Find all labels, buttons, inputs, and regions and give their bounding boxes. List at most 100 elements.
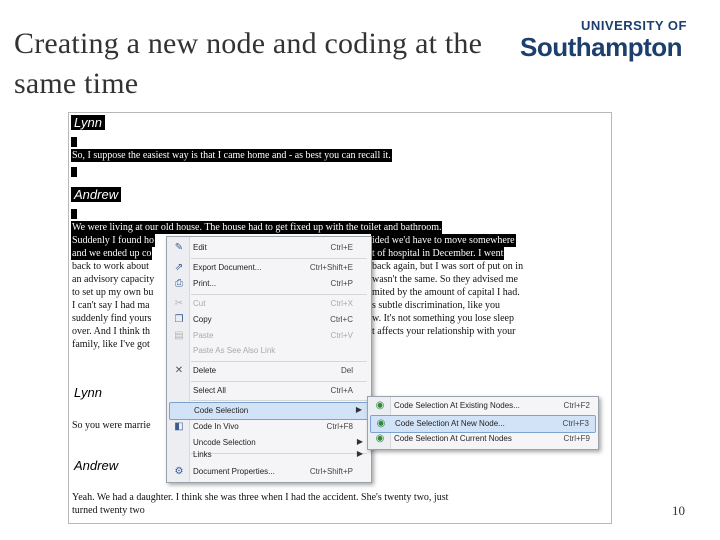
code-in-vivo-icon: ◧ bbox=[174, 421, 184, 432]
transcript-line-tail[interactable]: back again, but I was sort of put on in bbox=[371, 260, 524, 273]
menu-item-label: Select All bbox=[193, 386, 226, 395]
menu-item-label: Paste bbox=[193, 331, 214, 340]
menu-item-shortcut: Ctrl+X bbox=[330, 299, 353, 308]
menu-separator bbox=[191, 361, 367, 362]
code-current-icon: ◉ bbox=[375, 433, 385, 444]
transcript-line-tail[interactable]: w. It's not something you lose sleep bbox=[371, 312, 515, 325]
menu-item-shortcut: Ctrl+P bbox=[330, 279, 353, 288]
speaker-label[interactable]: Lynn bbox=[71, 115, 105, 130]
print-icon: ⎙ bbox=[175, 278, 183, 289]
transcript-line[interactable]: Suddenly I found ho bbox=[71, 234, 155, 247]
export-icon: ⇗ bbox=[174, 262, 184, 273]
menu-item-shortcut: Ctrl+A bbox=[330, 386, 353, 395]
menu-item-label: Links bbox=[193, 450, 212, 459]
menu-item-shortcut: Ctrl+F8 bbox=[326, 422, 353, 431]
code-new-icon: ◉ bbox=[376, 418, 386, 429]
menu-item-label: Code Selection At New Node... bbox=[395, 419, 505, 428]
selection-marker bbox=[71, 167, 77, 177]
transcript-line[interactable]: suddenly find yours bbox=[71, 312, 152, 325]
menu-item-label: Code In Vivo bbox=[193, 422, 239, 431]
menu-item-shortcut: Ctrl+F9 bbox=[563, 434, 590, 443]
menu-item-copy[interactable]: ❐ Copy Ctrl+C bbox=[169, 312, 369, 328]
menu-item-shortcut: Ctrl+C bbox=[330, 315, 353, 324]
transcript-line-tail[interactable]: s subtle discrimination, like you bbox=[371, 299, 501, 312]
menu-item-label: Print... bbox=[193, 279, 217, 288]
menu-item-shortcut: Ctrl+E bbox=[330, 243, 353, 252]
context-menu: ✎ Edit Ctrl+E ⇗ Export Document... Ctrl+… bbox=[166, 236, 372, 483]
menu-item-paste-as-see-also-link[interactable]: Paste As See Also Link bbox=[169, 343, 369, 359]
menu-item-label: Delete bbox=[193, 366, 217, 375]
transcript-line[interactable]: So you were marrie bbox=[71, 419, 152, 432]
menu-item-label: Edit bbox=[193, 243, 207, 252]
properties-icon: ⚙ bbox=[174, 466, 184, 477]
menu-item-shortcut: Del bbox=[340, 366, 353, 375]
transcript-line-tail[interactable]: wasn't the same. So they advised me bbox=[371, 273, 519, 286]
menu-item-print[interactable]: ⎙ Print... Ctrl+P bbox=[169, 276, 369, 292]
menu-item-cut[interactable]: ✂ Cut Ctrl+X bbox=[169, 296, 369, 312]
transcript-line-tail[interactable]: ided we'd have to move somewhere bbox=[371, 234, 516, 247]
transcript-line[interactable]: I can't say I had ma bbox=[71, 299, 151, 312]
transcript-line[interactable]: to set up my own bu bbox=[71, 286, 154, 299]
transcript-line-tail[interactable]: mited by the amount of capital I had. bbox=[371, 286, 521, 299]
transcript-line[interactable]: back to work about bbox=[71, 260, 150, 273]
transcript-line[interactable]: Yeah. We had a daughter. I think she was… bbox=[71, 491, 449, 504]
code-selection-submenu: ◉ Code Selection At Existing Nodes... Ct… bbox=[367, 396, 599, 450]
code-existing-icon: ◉ bbox=[375, 400, 385, 411]
copy-icon: ❐ bbox=[174, 314, 184, 325]
menu-item-label: Code Selection At Existing Nodes... bbox=[394, 401, 520, 410]
menu-item-shortcut: Ctrl+V bbox=[330, 331, 353, 340]
university-logo: UNIVERSITY OF Southampton bbox=[520, 14, 695, 62]
menu-item-edit[interactable]: ✎ Edit Ctrl+E bbox=[169, 240, 369, 256]
menu-separator bbox=[191, 400, 367, 401]
transcript-line-tail[interactable]: t affects your relationship with your bbox=[371, 325, 516, 338]
speaker-label[interactable]: Andrew bbox=[71, 458, 121, 473]
paste-icon: ▤ bbox=[174, 330, 184, 341]
menu-item-shortcut: Ctrl+Shift+E bbox=[309, 263, 353, 272]
menu-item-label: Code Selection At Current Nodes bbox=[394, 434, 512, 443]
menu-item-code-selection-at-current-nodes[interactable]: ◉ Code Selection At Current Nodes Ctrl+F… bbox=[370, 431, 596, 447]
menu-item-label: Code Selection bbox=[194, 406, 249, 415]
menu-item-shortcut: Ctrl+F2 bbox=[563, 401, 590, 410]
transcript-line[interactable]: We were living at our old house. The hou… bbox=[71, 221, 443, 234]
speaker-label[interactable]: Lynn bbox=[71, 385, 105, 400]
speaker-label[interactable]: Andrew bbox=[71, 187, 122, 202]
logo-main-text: Southampton bbox=[520, 32, 683, 62]
menu-item-label: Cut bbox=[193, 299, 206, 308]
transcript-line[interactable]: So, I suppose the easiest way is that I … bbox=[71, 149, 392, 162]
slide-title: Creating a new node and coding at the sa… bbox=[14, 27, 483, 100]
menu-item-code-in-vivo[interactable]: ◧ Code In Vivo Ctrl+F8 bbox=[169, 419, 369, 435]
menu-item-label: Document Properties... bbox=[193, 467, 275, 476]
menu-item-export-document[interactable]: ⇗ Export Document... Ctrl+Shift+E bbox=[169, 260, 369, 276]
logo-top-text: UNIVERSITY OF bbox=[581, 18, 687, 33]
page-number: 10 bbox=[672, 503, 685, 518]
menu-item-shortcut: Ctrl+Shift+P bbox=[309, 467, 353, 476]
menu-separator bbox=[191, 258, 367, 259]
menu-item-label: Paste As See Also Link bbox=[193, 346, 276, 355]
menu-item-label: Uncode Selection bbox=[193, 438, 256, 447]
menu-separator bbox=[191, 294, 367, 295]
scissors-icon: ✂ bbox=[174, 298, 184, 309]
transcript-line[interactable]: turned twenty two bbox=[71, 504, 146, 517]
menu-item-document-properties[interactable]: ⚙ Document Properties... Ctrl+Shift+P bbox=[169, 464, 369, 480]
menu-item-shortcut: Ctrl+F3 bbox=[562, 419, 589, 428]
selection-marker bbox=[71, 137, 77, 147]
menu-item-delete[interactable]: ✕ Delete Del bbox=[169, 363, 369, 379]
transcript-line-tail[interactable]: t of hospital in December. I went bbox=[371, 247, 505, 260]
menu-item-label: Export Document... bbox=[193, 263, 262, 272]
transcript-line[interactable]: and we ended up co bbox=[71, 247, 153, 260]
menu-item-select-all[interactable]: Select All Ctrl+A bbox=[169, 383, 369, 399]
menu-item-links[interactable]: Links ▶ bbox=[169, 447, 369, 463]
selection-marker bbox=[71, 209, 77, 219]
submenu-arrow-icon: ▶ bbox=[356, 449, 363, 458]
transcript-line[interactable]: an advisory capacity bbox=[71, 273, 155, 286]
menu-separator bbox=[191, 381, 367, 382]
submenu-arrow-icon: ▶ bbox=[356, 437, 363, 446]
menu-item-code-selection[interactable]: Code Selection ▶ bbox=[169, 402, 369, 420]
menu-item-paste[interactable]: ▤ Paste Ctrl+V bbox=[169, 328, 369, 344]
transcript-line[interactable]: family, like I've got bbox=[71, 338, 151, 351]
delete-icon: ✕ bbox=[174, 365, 184, 376]
menu-item-code-selection-at-existing-nodes[interactable]: ◉ Code Selection At Existing Nodes... Ct… bbox=[370, 398, 596, 414]
transcript-line[interactable]: over. And I think th bbox=[71, 325, 151, 338]
pencil-icon: ✎ bbox=[174, 242, 184, 253]
menu-item-label: Copy bbox=[193, 315, 212, 324]
